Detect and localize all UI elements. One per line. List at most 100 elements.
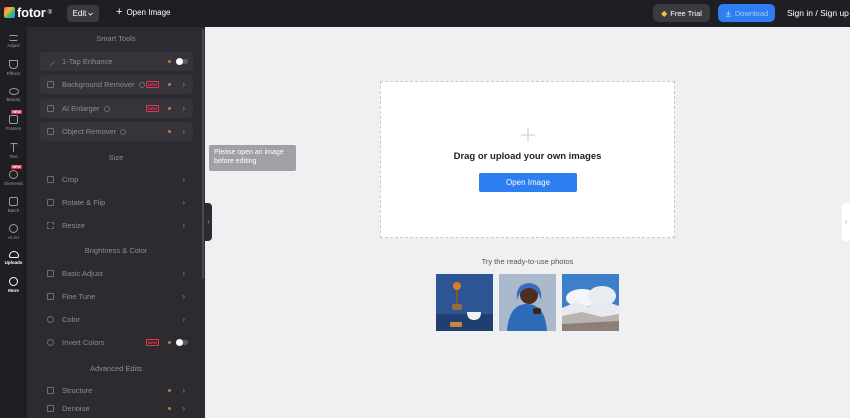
tool-background-remover[interactable]: Background Remover NEW › — [40, 75, 193, 94]
chevron-right-icon: › — [182, 104, 185, 113]
structure-icon — [47, 387, 54, 394]
tool-object-remover[interactable]: Object Remover › — [40, 122, 193, 141]
rail-label-beauty: Beauty — [6, 97, 21, 102]
upload-icon — [8, 251, 19, 258]
batch-icon — [9, 197, 18, 206]
diamond-icon: ◆ — [661, 8, 668, 18]
one-tap-toggle[interactable] — [176, 58, 188, 65]
info-icon[interactable] — [120, 128, 127, 135]
premium-dot — [168, 407, 171, 410]
chevron-right-icon: › — [182, 80, 185, 89]
tool-structure[interactable]: Structure › — [40, 381, 193, 400]
tool-resize[interactable]: Resize › — [40, 216, 193, 235]
logo-mark-icon — [4, 7, 15, 18]
premium-dot — [168, 83, 171, 86]
tool-label-object-remover: Object Remover — [62, 127, 117, 136]
tool-label-color: Color — [62, 315, 80, 324]
tool-invert-colors[interactable]: Invert Colors NEW — [40, 333, 193, 352]
rail-label-elements: Elements — [4, 181, 23, 186]
rotate-icon — [47, 199, 54, 206]
info-icon[interactable] — [138, 81, 145, 88]
edit-menu-button[interactable]: Edit — [67, 5, 99, 22]
open-image-top-button[interactable]: + Open Image — [116, 6, 171, 18]
rail-item-uploads[interactable]: Uploads — [0, 251, 27, 265]
sample-photo-portrait[interactable] — [499, 274, 556, 331]
denoise-icon — [47, 405, 54, 412]
flask-icon — [9, 60, 18, 69]
drop-zone-text: Drag or upload your own images — [453, 151, 602, 162]
sample-photos-caption: Try the ready-to-use photos — [481, 257, 574, 266]
rail-label-frames: Frames — [5, 126, 22, 131]
chevron-right-icon: › — [182, 269, 185, 278]
tool-label-resize: Resize — [62, 221, 85, 230]
tool-label-basic-adjust: Basic Adjust — [62, 269, 103, 278]
tool-rotate-flip[interactable]: Rotate & Flip › — [40, 193, 193, 212]
rail-item-frames[interactable]: NEW Frames — [0, 110, 27, 131]
new-badge: NEW — [145, 105, 159, 112]
logo-registered-mark: ® — [47, 9, 53, 16]
tool-crop[interactable]: Crop › — [40, 170, 193, 189]
download-label: Download — [734, 8, 769, 18]
invert-icon — [47, 339, 54, 346]
top-bar: fotor ® Edit + Open Image ◆ Free Trial D… — [0, 0, 850, 27]
tool-label-rotate: Rotate & Flip — [62, 198, 106, 207]
crop-icon — [47, 176, 54, 183]
tool-label-structure: Structure — [62, 386, 93, 395]
sign-in-link[interactable]: Sign in / Sign up — [787, 8, 849, 18]
still-life-image — [436, 274, 493, 331]
premium-dot — [168, 341, 171, 344]
enlarge-icon — [47, 105, 54, 112]
plus-icon: + — [116, 6, 123, 18]
tool-ai-enlarger[interactable]: AI Enlarger NEW › — [40, 99, 193, 118]
tool-label-one-tap: 1-Tap Enhance — [62, 57, 113, 66]
plus-icon — [521, 128, 535, 142]
tool-denoise[interactable]: Denoise › — [40, 399, 193, 418]
rail-item-elements[interactable]: NEW Elements — [0, 165, 27, 186]
rail-item-beauty[interactable]: Beauty — [0, 88, 27, 102]
info-icon[interactable] — [103, 105, 110, 112]
shapes-icon — [9, 170, 18, 179]
new-badge: NEW — [145, 81, 159, 88]
rail-label-batch: Batch — [7, 208, 20, 213]
open-image-top-label: Open Image — [126, 7, 171, 17]
fotor-logo[interactable]: fotor ® — [4, 5, 52, 20]
tool-fine-tune[interactable]: Fine Tune › — [40, 287, 193, 306]
free-trial-button[interactable]: ◆ Free Trial — [653, 4, 710, 22]
open-image-button[interactable]: Open Image — [479, 173, 577, 192]
rail-label-ai-art: AI Art — [7, 235, 19, 240]
chevron-left-icon: ‹ — [207, 218, 210, 226]
tooltip-line-2: before editing — [214, 158, 257, 165]
rail-item-batch[interactable]: Batch — [0, 197, 27, 213]
tool-one-tap-enhance[interactable]: 1-Tap Enhance — [40, 52, 193, 71]
section-title-size: Size — [108, 153, 124, 162]
collapse-panel-handle[interactable]: ‹ — [205, 203, 212, 241]
landscape-image — [562, 274, 619, 331]
upload-drop-zone[interactable]: Drag or upload your own images Open Imag… — [380, 81, 675, 238]
rail-item-adjust[interactable]: Adjust — [0, 34, 27, 48]
invert-toggle[interactable] — [176, 339, 188, 346]
ai-art-icon — [9, 224, 18, 233]
sample-photo-landscape[interactable] — [562, 274, 619, 331]
premium-dot — [168, 130, 171, 133]
rail-item-ai-art[interactable]: AI Art — [0, 224, 27, 240]
section-title-brightness: Brightness & Color — [84, 246, 148, 255]
premium-dot — [168, 389, 171, 392]
rail-item-effects[interactable]: Effects — [0, 60, 27, 76]
eye-icon — [8, 88, 19, 95]
chevron-left-icon: ‹ — [844, 218, 848, 226]
new-badge: NEW — [145, 339, 159, 346]
tool-color[interactable]: Color › — [40, 310, 193, 329]
download-button[interactable]: Download — [718, 4, 775, 22]
rail-label-adjust: Adjust — [7, 43, 20, 48]
right-panel-toggle[interactable]: ‹ — [842, 203, 850, 241]
rail-item-more[interactable]: More — [0, 277, 27, 293]
chevron-right-icon: › — [182, 315, 185, 324]
tool-label-invert: Invert Colors — [62, 338, 105, 347]
resize-icon — [47, 222, 54, 229]
download-icon — [725, 10, 732, 17]
fine-tune-icon — [47, 293, 54, 300]
tool-basic-adjust[interactable]: Basic Adjust › — [40, 264, 193, 283]
sample-photo-still-life[interactable] — [436, 274, 493, 331]
rail-item-text[interactable]: Text — [0, 143, 27, 159]
section-title-advanced: Advanced Edits — [89, 364, 143, 373]
